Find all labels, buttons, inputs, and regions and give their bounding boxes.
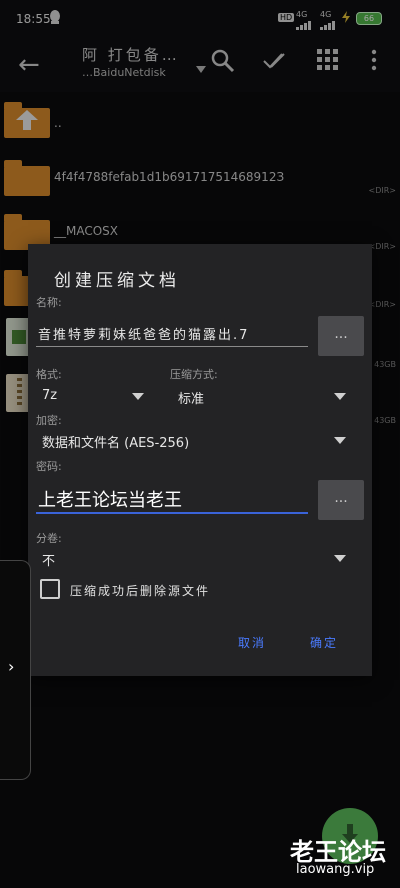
cancel-button[interactable]: 取消 [238,634,266,651]
ok-button[interactable]: 确定 [310,634,338,651]
name-input-underline [36,346,308,347]
format-select[interactable]: 7z [42,388,57,403]
name-label: 名称: [36,296,62,309]
chevron-right-icon: › [8,657,15,676]
password-input-underline [36,512,308,514]
delete-source-checkbox[interactable] [40,579,60,599]
split-dropdown-icon[interactable] [334,555,346,562]
split-label: 分卷: [36,532,62,545]
password-options-button[interactable]: ... [318,480,364,520]
format-label: 格式: [36,368,62,381]
browse-name-button[interactable]: ... [318,316,364,356]
method-select[interactable]: 标准 [178,388,204,407]
password-label: 密码: [36,460,62,473]
watermark-url: laowang.vip [296,862,375,877]
method-dropdown-icon[interactable] [334,393,346,400]
encryption-select[interactable]: 数据和文件名 (AES-256) [42,432,189,451]
password-input[interactable]: 上老王论坛当老王 [38,486,182,512]
format-dropdown-icon[interactable] [132,393,144,400]
split-select[interactable]: 不 [42,550,55,569]
create-archive-dialog: 创建压缩文档 名称: 音推特萝莉妹纸爸爸的猫露出.7 ... 格式: 压缩方式:… [28,244,372,676]
delete-source-label: 压缩成功后删除源文件 [70,584,211,598]
method-label: 压缩方式: [170,368,218,381]
archive-name-input[interactable]: 音推特萝莉妹纸爸爸的猫露出.7 [38,324,308,343]
encryption-dropdown-icon[interactable] [334,437,346,444]
side-drawer-handle[interactable]: › [0,560,31,780]
dialog-title: 创建压缩文档 [54,271,180,291]
encryption-label: 加密: [36,414,62,427]
